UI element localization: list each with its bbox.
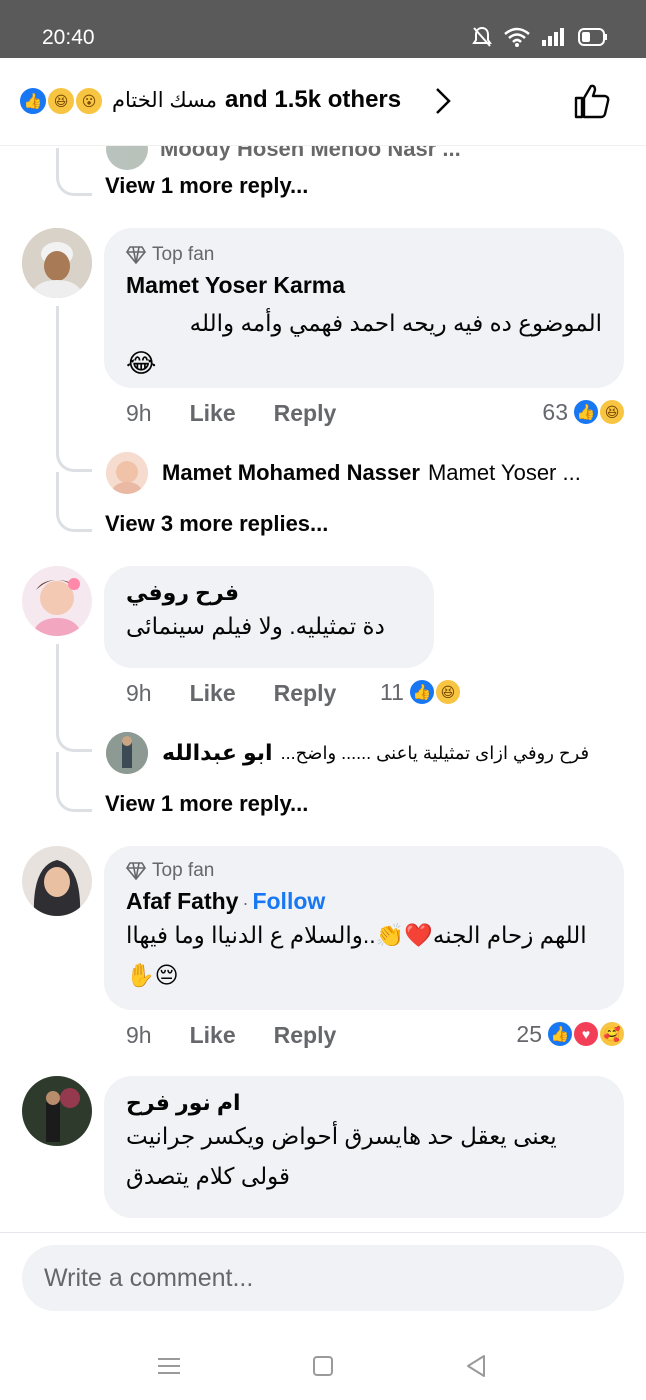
like-button[interactable]: Like <box>190 680 236 707</box>
reply-author[interactable]: ابو عبدالله <box>162 740 273 766</box>
avatar[interactable] <box>22 566 92 636</box>
menu-nav-button[interactable] <box>151 1348 187 1384</box>
back-nav-button[interactable] <box>458 1348 494 1384</box>
haha-reaction-icon: 😆 <box>433 678 462 706</box>
thread-connector <box>56 644 59 714</box>
chevron-right-icon[interactable] <box>432 86 454 116</box>
avatar[interactable] <box>22 228 92 298</box>
comment-bubble[interactable]: فرح روفي دة تمثيليه. ولا فيلم سينمائى <box>104 566 434 668</box>
avatar[interactable] <box>106 732 148 774</box>
comment-actions: 9h Like Reply <box>126 1022 336 1049</box>
like-button[interactable]: Like <box>190 400 236 427</box>
top-fan-badge: Top fan <box>126 244 602 266</box>
comment-input[interactable] <box>22 1245 624 1311</box>
comment-author[interactable]: Afaf Fathy <box>126 888 238 914</box>
avatar[interactable] <box>22 846 92 916</box>
like-reaction-icon: 👍 <box>572 398 600 426</box>
thread-connector <box>56 708 92 752</box>
avatar[interactable] <box>106 452 148 494</box>
comment-text: دة تمثيليه. ولا فيلم سينمائى <box>126 613 385 639</box>
thread-connector <box>56 428 92 472</box>
like-post-icon[interactable] <box>572 82 612 120</box>
comment-actions: 9h Like Reply <box>126 400 336 427</box>
comment-text: يعنى يعقل حد هايسرق أحواض ويكسر جرانيت ق… <box>126 1123 557 1189</box>
reply-author[interactable]: Mamet Mohamed Nasser <box>162 460 420 486</box>
like-button[interactable]: Like <box>190 1022 236 1049</box>
reactors-others: and 1.5k others <box>225 86 402 113</box>
battery-icon <box>578 28 607 46</box>
reply-button[interactable]: Reply <box>274 680 337 707</box>
reply-text: Mamet Yoser ... <box>427 460 581 485</box>
comment-time: 9h <box>126 400 152 426</box>
comment-reactions[interactable]: 63 👍 😆 <box>542 398 626 426</box>
comment-author-row: Afaf Fathy · Follow <box>126 888 602 915</box>
follow-button[interactable]: Follow <box>252 888 325 914</box>
comment-author[interactable]: ام نور فرح <box>126 1090 602 1116</box>
thread-connector <box>56 306 59 436</box>
wow-reaction-icon: 😮 <box>74 86 104 116</box>
care-reaction-icon: 🥰 <box>598 1020 626 1048</box>
view-more-replies-link[interactable]: View 3 more replies... <box>105 511 328 537</box>
wifi-icon <box>504 27 530 47</box>
reply-preview[interactable]: ابو عبدالله فرح روفي ازاى تمثيلية ياعنى … <box>106 732 624 774</box>
diamond-icon <box>126 246 146 264</box>
status-bar: 20:40 <box>0 0 646 58</box>
comment-text: اللهم زحام الجنه❤️👏..والسلام ع الدنياا و… <box>126 922 587 988</box>
view-more-replies-link[interactable]: View 1 more reply... <box>105 791 308 817</box>
reply-button[interactable]: Reply <box>274 1022 337 1049</box>
comment-reactions[interactable]: 11 👍 😆 <box>380 678 462 706</box>
back-triangle-icon <box>467 1355 485 1377</box>
status-icons <box>472 26 608 48</box>
reactor-name: مسك الختام <box>112 88 218 112</box>
comment-author[interactable]: Mamet Yoser Karma <box>126 272 602 299</box>
avatar[interactable] <box>22 1076 92 1146</box>
view-more-replies-link[interactable]: View 1 more reply... <box>105 173 308 199</box>
reactions-summary[interactable]: مسك الختام and 1.5k others <box>112 86 401 114</box>
comments-list[interactable]: Moody Hosen Mehoo Nasr ... View 1 more r… <box>0 58 646 1232</box>
comment-time: 9h <box>126 680 152 706</box>
comment-author[interactable]: فرح روفي <box>126 580 412 606</box>
reply-preview[interactable]: Mamet Mohamed Nasser Mamet Yoser ... <box>106 452 624 494</box>
thread-connector <box>56 472 92 532</box>
comment-emoji: 😂 <box>126 348 157 378</box>
square-icon <box>313 1356 333 1376</box>
comment-actions: 9h Like Reply <box>126 680 336 707</box>
comment-text: الموضوع ده فيه ريحه احمد فهمي وأمه والله <box>189 310 602 336</box>
reaction-count: 25 <box>516 1020 542 1047</box>
separator-dot: · <box>242 893 249 913</box>
diamond-icon <box>126 862 146 880</box>
reply-button[interactable]: Reply <box>274 400 337 427</box>
system-nav-bar <box>0 1332 646 1400</box>
comment-bubble[interactable]: ام نور فرح يعنى يعقل حد هايسرق أحواض ويك… <box>104 1076 624 1218</box>
reaction-icons[interactable]: 👍 😆 😮 <box>18 86 104 116</box>
like-reaction-icon: 👍 <box>407 678 436 706</box>
reaction-count: 63 <box>542 398 568 425</box>
like-reaction-icon: 👍 <box>18 86 48 116</box>
comment-reactions[interactable]: 25 👍 ♥ 🥰 <box>516 1020 626 1048</box>
thread-connector <box>56 752 92 812</box>
comment-bubble[interactable]: Top fan Afaf Fathy · Follow اللهم زحام الج… <box>104 846 624 1010</box>
reaction-count: 11 <box>380 678 404 705</box>
comment-time: 9h <box>126 1022 152 1048</box>
haha-reaction-icon: 😆 <box>598 398 626 426</box>
like-reaction-icon: 👍 <box>546 1020 574 1048</box>
reply-text: فرح روفي ازاى تمثيلية ياعنى ...... واضح.… <box>280 742 590 763</box>
haha-reaction-icon: 😆 <box>46 86 76 116</box>
home-nav-button[interactable] <box>305 1348 341 1384</box>
comment-composer <box>0 1232 646 1332</box>
top-fan-badge: Top fan <box>126 860 602 882</box>
comment-bubble[interactable]: Top fan Mamet Yoser Karma الموضوع ده فيه… <box>104 228 624 388</box>
menu-icon <box>158 1358 180 1374</box>
thread-connector <box>56 148 92 196</box>
mute-bell-icon <box>472 26 492 47</box>
status-time: 20:40 <box>42 26 95 49</box>
signal-icon <box>542 28 564 46</box>
love-reaction-icon: ♥ <box>572 1020 600 1048</box>
